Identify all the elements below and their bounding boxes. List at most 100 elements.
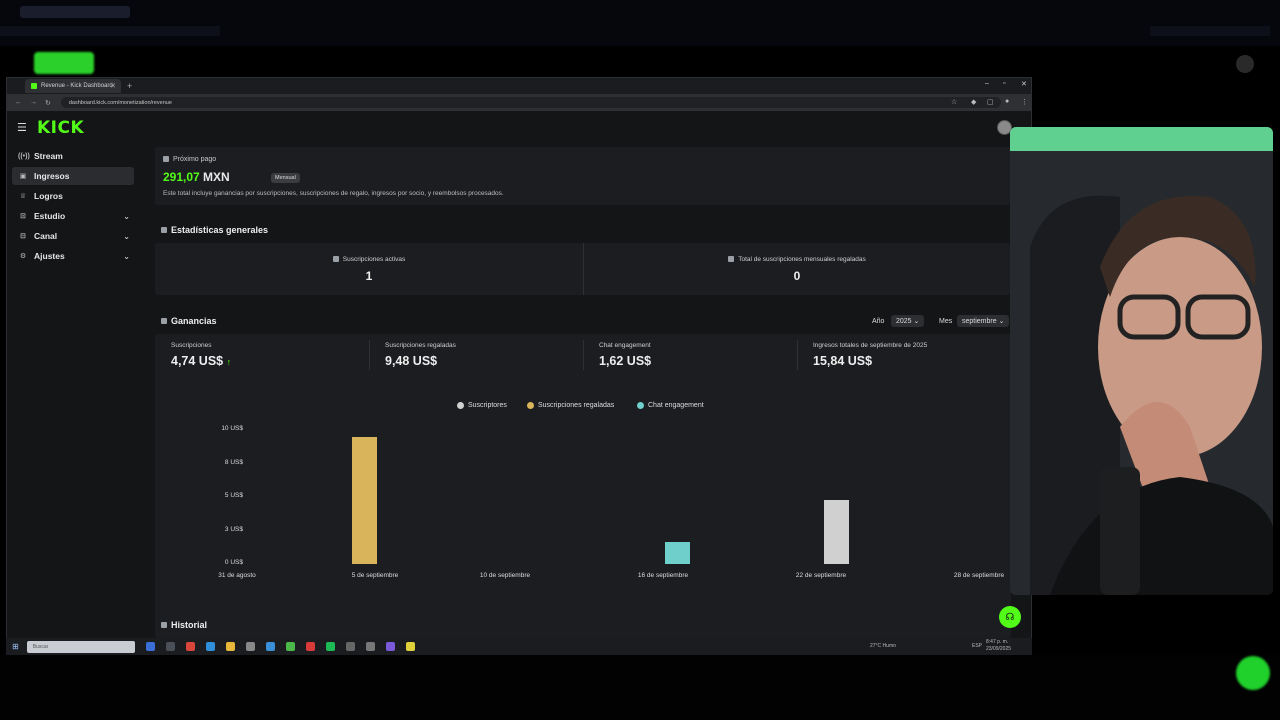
hamburger-menu-icon[interactable]: ☰: [17, 121, 27, 134]
earn-total-label: Ingresos totales de septiembre de 2025: [813, 342, 928, 349]
widgets-icon[interactable]: [165, 642, 175, 651]
taskview-icon[interactable]: [145, 642, 155, 651]
gift-icon: [728, 256, 735, 263]
legend-item[interactable]: Chat engagement: [637, 402, 704, 409]
outer-green-button: [1236, 656, 1270, 690]
os-taskbar: ⊞ Buscar 27°C Humo ESP 8:47 p. m. 23/09/…: [6, 638, 1032, 655]
sidebar-item-ingresos[interactable]: ▣ Ingresos: [12, 167, 134, 185]
webcam-person-illustration: [1010, 151, 1273, 595]
month-label: Mes: [939, 318, 953, 325]
app-icon-2[interactable]: [265, 642, 275, 651]
wallet-icon: [163, 156, 169, 163]
earnings-icon: [161, 318, 167, 324]
forward-icon[interactable]: →: [30, 99, 37, 106]
earn-chat-label: Chat engagement: [599, 342, 651, 349]
outer-blur-tab: [20, 6, 130, 18]
legend-item[interactable]: Suscripciones regaladas: [527, 402, 614, 409]
general-stats-card: Suscripciones activas 1 Total de suscrip…: [155, 243, 1011, 295]
new-tab-button[interactable]: +: [127, 81, 132, 91]
url-input[interactable]: dashboard.kick.com/monetization/revenue: [60, 97, 1001, 108]
gifted-subs-total-value: 0: [793, 269, 801, 283]
studio-icon: ⊡: [20, 213, 26, 220]
extensions-puzzle-icon[interactable]: ▢: [987, 98, 994, 106]
y-tick-label: 3 US$: [224, 525, 243, 533]
reload-icon[interactable]: ↻: [45, 99, 51, 107]
language-indicator[interactable]: ESP: [972, 643, 982, 649]
outer-bottom-strip: [0, 655, 1280, 720]
back-icon[interactable]: ←: [15, 99, 22, 106]
store-icon[interactable]: [245, 642, 255, 651]
y-tick-label: 10 US$: [221, 425, 243, 432]
gifted-subs-total-label-text: Total de suscripciones mensuales regalad…: [738, 256, 866, 263]
subs-icon: [332, 256, 339, 263]
y-tick-label: 8 US$: [224, 458, 243, 466]
webcam-overlay: [1010, 127, 1273, 595]
edge-icon[interactable]: [205, 642, 215, 651]
legend-dot: [527, 402, 534, 409]
year-label: Año: [872, 318, 885, 325]
chart-bar[interactable]: [823, 500, 849, 564]
chart-bar[interactable]: [352, 436, 378, 564]
earnings-title-text: Ganancias: [171, 316, 217, 326]
year-select-value: 2025: [896, 318, 912, 325]
chevron-down-icon: ⌄: [123, 231, 130, 241]
taskbar-search-input[interactable]: Buscar: [26, 640, 135, 653]
spotify-icon[interactable]: [325, 642, 335, 651]
close-window-icon[interactable]: ✕: [1021, 80, 1027, 88]
taskbar-search-placeholder: Buscar: [32, 643, 49, 650]
minimize-icon[interactable]: –: [985, 80, 989, 87]
app-icon-5[interactable]: [385, 642, 395, 651]
sidebar-item-stream[interactable]: ((•)) Stream: [12, 147, 134, 165]
extension-icon[interactable]: ◆: [971, 98, 976, 106]
file-explorer-icon[interactable]: [225, 642, 235, 651]
x-tick-label: 5 de septiembre: [351, 572, 399, 579]
bookmark-star-icon[interactable]: ☆: [951, 98, 957, 106]
windows-start-icon[interactable]: ⊞: [12, 642, 19, 651]
active-subs-value: 1: [365, 269, 373, 283]
sidebar-item-canal[interactable]: ⊟ Canal ⌄: [12, 227, 134, 245]
channel-icon: ⊟: [20, 233, 26, 240]
next-payment-description: Este total incluye ganancias por suscrip…: [163, 190, 504, 197]
sidebar-item-label: Ajustes: [34, 251, 65, 261]
obs-icon[interactable]: [345, 642, 355, 651]
next-payment-card: Próximo pago 291,07 MXN Mensual Este tot…: [155, 147, 1011, 205]
maximize-icon[interactable]: ▫: [1003, 80, 1005, 87]
sidebar-item-estudio[interactable]: ⊡ Estudio ⌄: [12, 207, 134, 225]
gear-icon: ⚙: [19, 253, 27, 260]
browser-tab[interactable]: Revenue - Kick Dashboard ✕: [25, 79, 121, 93]
earn-chat-value: 1,62 US$: [599, 354, 652, 368]
sidebar-item-label: Logros: [34, 191, 63, 201]
app-icon-6[interactable]: [405, 642, 415, 651]
general-stats-title: Estadísticas generales: [161, 225, 268, 235]
x-tick-label: 31 de agosto: [218, 572, 256, 579]
gifted-subs-total-label: Total de suscripciones mensuales regalad…: [583, 256, 1011, 263]
app-icon-1[interactable]: [185, 642, 195, 651]
clock-time[interactable]: 8:47 p. m.: [986, 639, 1008, 645]
sidebar-item-label: Canal: [34, 231, 58, 241]
earn-divider-3: [797, 340, 798, 370]
history-title: Historial: [161, 620, 207, 630]
sidebar-item-logros[interactable]: ♕ Logros: [12, 187, 134, 205]
legend-dot: [637, 402, 644, 409]
legend-item[interactable]: Suscriptores: [457, 402, 507, 409]
sidebar-item-label: Estudio: [34, 211, 66, 221]
year-select[interactable]: 2025 ⌄: [891, 315, 925, 327]
revenue-icon: ▣: [19, 173, 27, 180]
sidebar-item-ajustes[interactable]: ⚙ Ajustes ⌄: [12, 247, 134, 265]
app-icon-4[interactable]: [365, 642, 375, 651]
chart-bar[interactable]: [664, 542, 690, 564]
outer-screen-top: [0, 0, 1280, 46]
menu-kebab-icon[interactable]: ⋮: [1021, 98, 1028, 106]
close-tab-icon[interactable]: ✕: [110, 82, 116, 90]
app-icon-3[interactable]: [305, 642, 315, 651]
outer-blur-bar: [0, 26, 220, 36]
support-chat-button[interactable]: ☊: [999, 606, 1021, 628]
weather-widget[interactable]: 27°C Humo: [870, 643, 896, 649]
x-tick-label: 10 de septiembre: [479, 572, 531, 579]
monthly-badge: Mensual: [271, 173, 300, 183]
month-select[interactable]: septiembre ⌄: [957, 315, 1010, 327]
profile-icon[interactable]: ●: [1005, 98, 1009, 105]
kick-logo[interactable]: KICK: [37, 118, 84, 138]
chrome-icon[interactable]: [285, 642, 295, 651]
clock-date[interactable]: 23/09/2025: [986, 646, 1011, 652]
